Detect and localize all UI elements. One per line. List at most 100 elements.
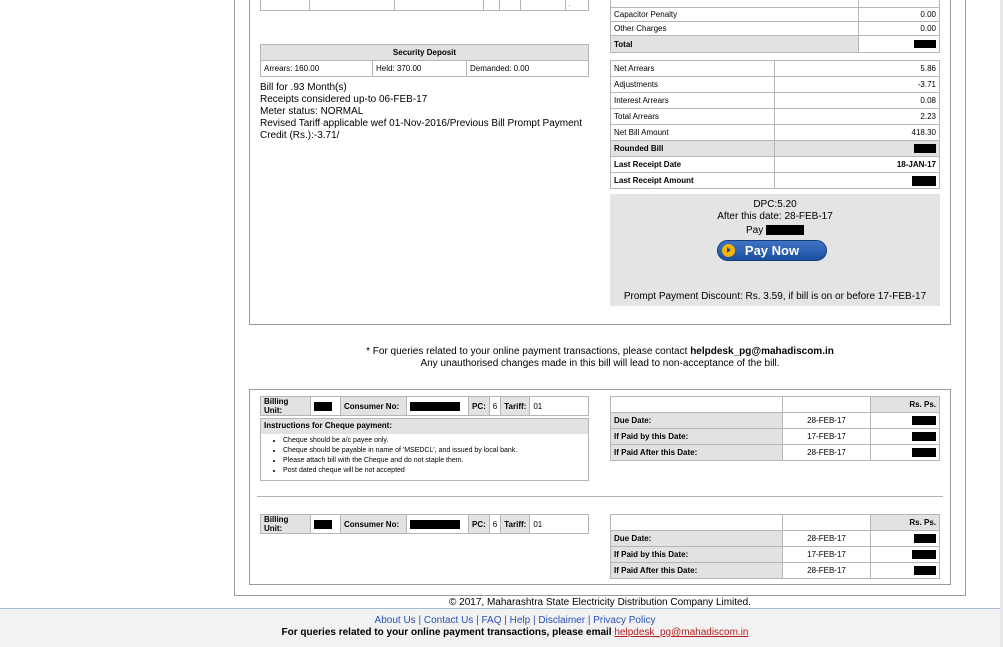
due-label: If Paid After this Date: xyxy=(610,562,783,579)
charge-value: 0.00 xyxy=(858,21,940,36)
summary-label: Net Arrears xyxy=(610,60,775,77)
pay-amount: Pay xyxy=(610,225,940,236)
charge-total-label: Total xyxy=(610,35,859,53)
due-date: 17-FEB-17 xyxy=(782,546,871,563)
security-held: Held: 370.00 xyxy=(372,60,467,77)
due-amount-redacted xyxy=(870,412,940,429)
security-demanded: Demanded: 0.00 xyxy=(466,60,589,77)
due-date: 28-FEB-17 xyxy=(782,412,871,429)
due-table-2: Rs. Ps. Due Date: 28-FEB-17 If Paid by th… xyxy=(610,514,940,579)
footer-link-disclaimer[interactable]: Disclaimer xyxy=(538,615,585,626)
after-date-text: After this date: 28-FEB-17 xyxy=(717,211,833,222)
due-table-1: Rs. Ps. Due Date: 28-FEB-17 If Paid by th… xyxy=(610,396,940,461)
footer-link-faq[interactable]: FAQ xyxy=(481,615,501,626)
slip-header-2: Billing Unit: Consumer No: PC: 6 Tariff:… xyxy=(260,514,589,534)
consumption-table-remnant: . xyxy=(259,0,589,11)
pc-label: PC: xyxy=(468,396,490,416)
cheque-item: Cheque should be payable in name of 'MSE… xyxy=(283,446,588,456)
footer-link-contact-us[interactable]: Contact Us xyxy=(424,615,473,626)
copyright: © 2017, Maharashtra State Electricity Di… xyxy=(449,597,751,608)
footer-email-link[interactable]: helpdesk_pg@mahadiscom.in xyxy=(614,627,748,638)
cheque-item: Post dated cheque will be not accepted xyxy=(283,466,588,476)
summary-label: Net Bill Amount xyxy=(610,124,775,141)
slip-header-1: Billing Unit: Consumer No: PC: 6 Tariff:… xyxy=(260,396,589,416)
due-label: Due Date: xyxy=(610,412,783,429)
tariff-value: 01 xyxy=(529,514,589,534)
charge-value: 0.00 xyxy=(858,7,940,22)
charge-total-value xyxy=(858,35,940,53)
due-label: If Paid by this Date: xyxy=(610,428,783,445)
consumer-no-value xyxy=(406,396,469,416)
due-date: 17-FEB-17 xyxy=(782,428,871,445)
pay-now-button[interactable]: Pay Now xyxy=(717,240,827,261)
billing-unit-value xyxy=(310,396,341,416)
due-date: 28-FEB-17 xyxy=(782,530,871,547)
footer-queries: For queries related to your online payme… xyxy=(0,627,1003,638)
footer-link-help[interactable]: Help xyxy=(510,615,531,626)
summary-label: Adjustments xyxy=(610,76,775,93)
summary-value-redacted xyxy=(774,172,940,189)
billing-unit-label: Billing Unit: xyxy=(260,396,311,416)
security-deposit-title: Security Deposit xyxy=(260,44,589,61)
pc-value: 6 xyxy=(488,514,502,534)
footer-link-about-us[interactable]: About Us xyxy=(375,615,416,626)
rs-ps-header: Rs. Ps. xyxy=(870,396,940,413)
rs-ps-header: Rs. Ps. xyxy=(870,514,940,531)
slip-divider xyxy=(257,496,943,497)
queries-note: * For queries related to your online pay… xyxy=(249,346,951,357)
footer-links: About Us | Contact Us | FAQ | Help | Dis… xyxy=(374,615,656,626)
bill-info-line: Bill for .93 Month(s) xyxy=(260,82,347,93)
summary-value: 18-JAN-17 xyxy=(774,156,940,173)
summary-value: 0.08 xyxy=(774,92,940,109)
queries-note-email: helpdesk_pg@mahadiscom.in xyxy=(690,346,834,357)
footer-queries-prefix: For queries related to your online payme… xyxy=(281,627,615,638)
summary-label: Total Arrears xyxy=(610,108,775,125)
dpc-text: DPC:5.20 xyxy=(753,199,797,210)
summary-value: 5.86 xyxy=(774,60,940,77)
arrow-right-icon xyxy=(722,244,735,257)
summary-value: 2.23 xyxy=(774,108,940,125)
bill-summary-table: Net Arrears 5.86 Adjustments -3.71 Interes… xyxy=(610,60,940,189)
bill-info-line: Meter status: NORMAL xyxy=(260,106,364,117)
due-amount-redacted xyxy=(870,428,940,445)
footer-link-privacy-policy[interactable]: Privacy Policy xyxy=(593,615,655,626)
due-amount-redacted xyxy=(870,444,940,461)
charge-label: Other Charges xyxy=(610,21,859,36)
due-date: 28-FEB-17 xyxy=(782,562,871,579)
queries-note-prefix: * For queries related to your online pay… xyxy=(366,346,691,357)
pay-amount-redacted xyxy=(766,225,804,236)
unauthorised-warning: Any unauthorised changes made in this bi… xyxy=(420,358,780,369)
bill-info-line: Revised Tariff applicable wef 01-Nov-201… xyxy=(260,118,583,129)
cheque-item: Cheque should be a/c payee only. xyxy=(283,436,588,446)
bill-info-line: Credit (Rs.):-3.71/ xyxy=(260,130,340,141)
charges-table: Capacitor Penalty 0.00 Other Charges 0.00 … xyxy=(610,0,940,53)
pc-value: 6 xyxy=(488,396,502,416)
due-label: If Paid After this Date: xyxy=(610,444,783,461)
pc-label: PC: xyxy=(468,514,490,534)
prompt-discount-text: Prompt Payment Discount: Rs. 3.59, if bi… xyxy=(623,291,927,302)
due-label: Due Date: xyxy=(610,530,783,547)
summary-label: Interest Arrears xyxy=(610,92,775,109)
summary-value: 418.30 xyxy=(774,124,940,141)
consumer-no-label: Consumer No: xyxy=(340,396,407,416)
due-amount-redacted xyxy=(870,562,940,579)
cheque-title: Instructions for Cheque payment: xyxy=(261,419,588,434)
charge-label: Capacitor Penalty xyxy=(610,7,859,22)
due-date: 28-FEB-17 xyxy=(782,444,871,461)
due-amount-redacted xyxy=(870,530,940,547)
summary-label: Last Receipt Date xyxy=(610,156,775,173)
due-label: If Paid by this Date: xyxy=(610,546,783,563)
tariff-value: 01 xyxy=(529,396,589,416)
due-amount-redacted xyxy=(870,546,940,563)
bill-info: Bill for .93 Month(s) Receipts considere… xyxy=(260,82,590,142)
billing-unit-value xyxy=(310,514,341,534)
cheque-item: Please attach bill with the Cheque and d… xyxy=(283,456,588,466)
summary-value: -3.71 xyxy=(774,76,940,93)
billing-unit-label: Billing Unit: xyxy=(260,514,311,534)
tariff-label: Tariff: xyxy=(500,514,531,534)
pay-now-label: Pay Now xyxy=(744,243,800,258)
bill-info-line: Receipts considered up-to 06-FEB-17 xyxy=(260,94,428,105)
pay-label: Pay xyxy=(745,225,764,236)
consumer-no-label: Consumer No: xyxy=(340,514,407,534)
tariff-label: Tariff: xyxy=(500,396,531,416)
